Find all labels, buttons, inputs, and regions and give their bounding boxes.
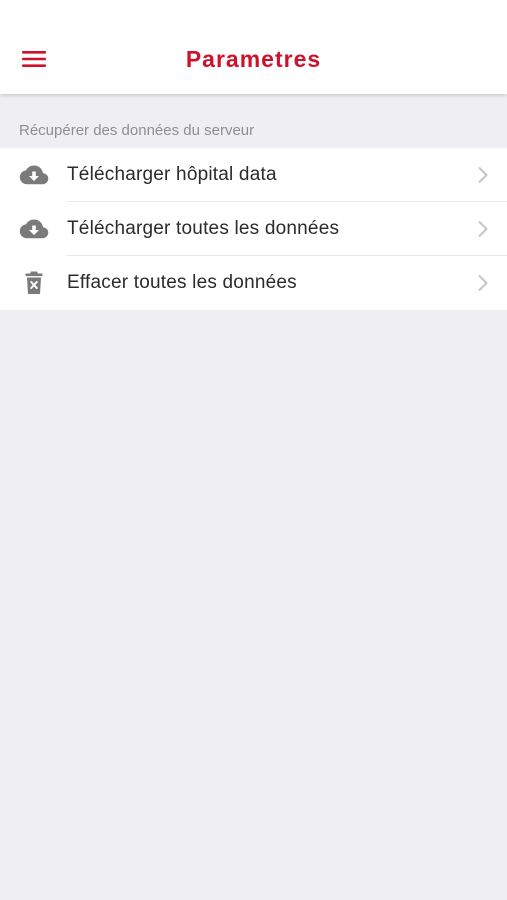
chevron-right-icon (478, 275, 488, 291)
chevron-right-icon (478, 167, 488, 183)
app-header: Parametres (0, 0, 507, 94)
download-hospital-data-item[interactable]: Télécharger hôpital data (0, 148, 507, 202)
cloud-download-icon (18, 161, 50, 189)
item-label: Télécharger hôpital data (67, 164, 277, 185)
chevron-right-icon (478, 221, 488, 237)
download-all-data-item[interactable]: Télécharger toutes les données (0, 202, 507, 256)
item-label: Effacer toutes les données (67, 272, 297, 293)
item-label: Télécharger toutes les données (67, 218, 340, 239)
trash-delete-icon (18, 269, 50, 297)
cloud-download-icon (18, 215, 50, 243)
page-title: Parametres (185, 46, 322, 72)
delete-all-data-item[interactable]: Effacer toutes les données (0, 256, 507, 310)
settings-list: Télécharger hôpital data Télécharger tou… (0, 148, 507, 310)
section-header: Récupérer des données du serveur (19, 122, 255, 139)
